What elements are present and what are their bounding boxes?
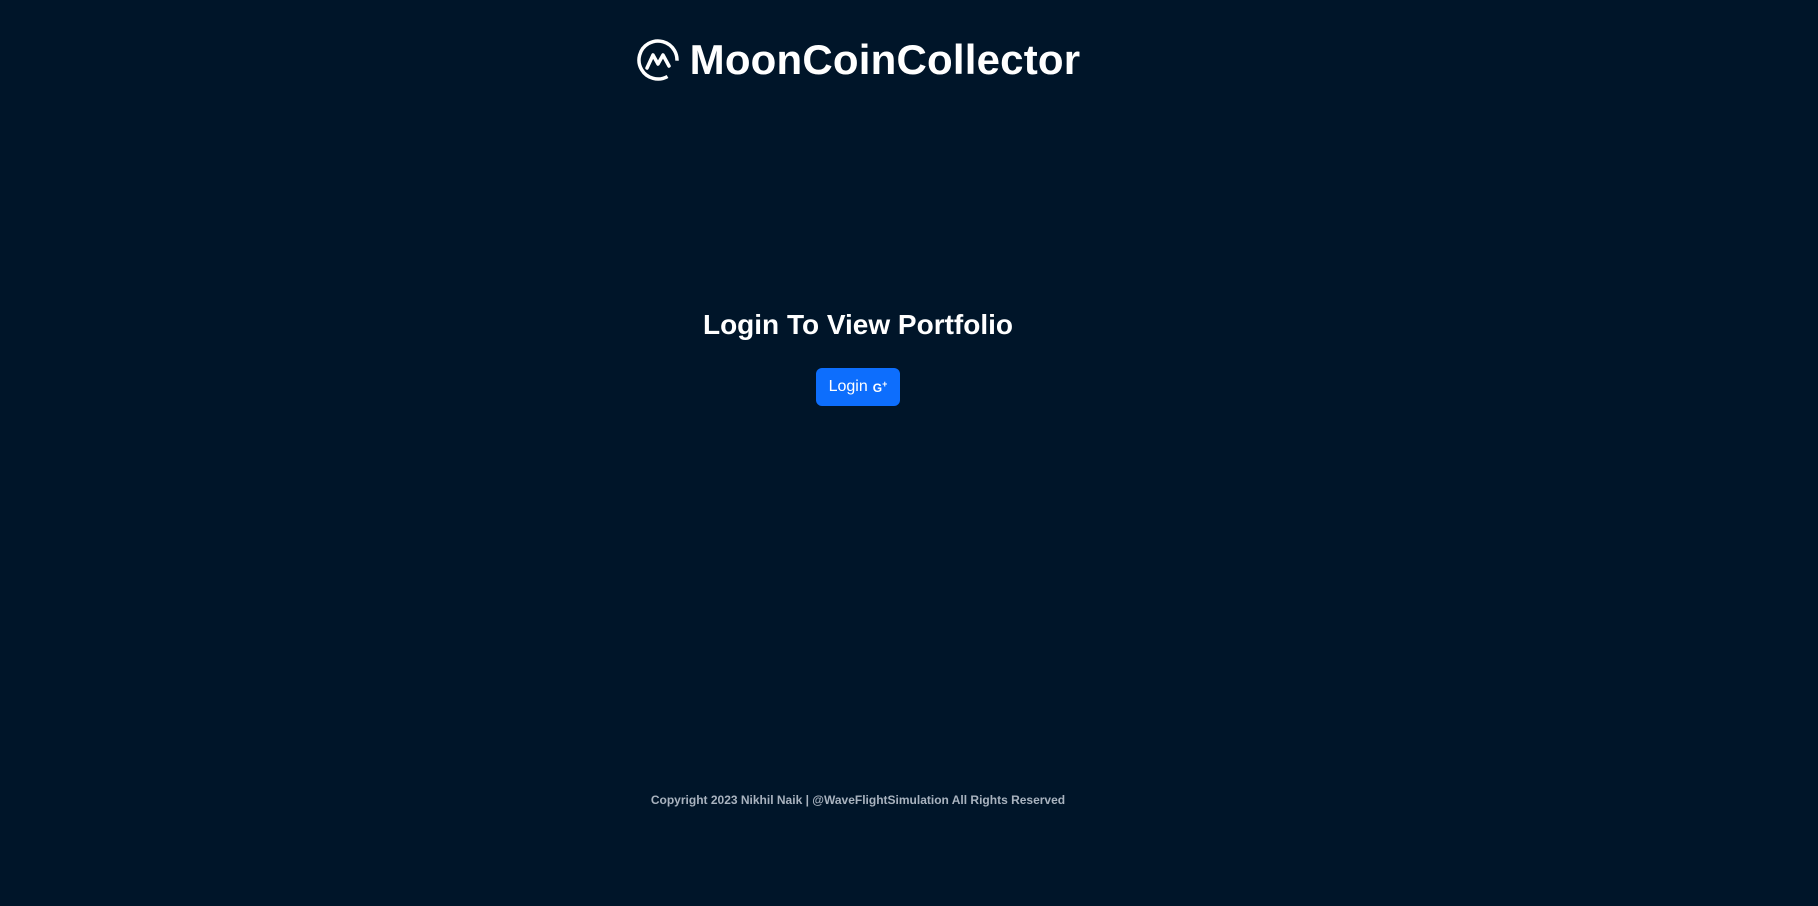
brand[interactable]: MoonCoinCollector [636,38,1081,82]
copyright-text: Copyright 2023 Nikhil Naik | @WaveFlight… [650,793,1066,807]
page: MoonCoinCollector Login To View Portfoli… [0,0,1818,906]
logo-icon [636,38,680,82]
footer: Copyright 2023 Nikhil Naik | @WaveFlight… [0,793,1716,807]
header: MoonCoinCollector [0,38,1716,82]
login-button[interactable]: Login G+ [815,367,901,406]
app-title: MoonCoinCollector [689,36,1081,83]
main-content: Login To View Portfolio Login G+ [0,308,1716,406]
google-plus-icon: G+ [872,378,888,395]
page-title: Login To View Portfolio [702,309,1014,340]
login-button-label: Login [828,377,868,395]
